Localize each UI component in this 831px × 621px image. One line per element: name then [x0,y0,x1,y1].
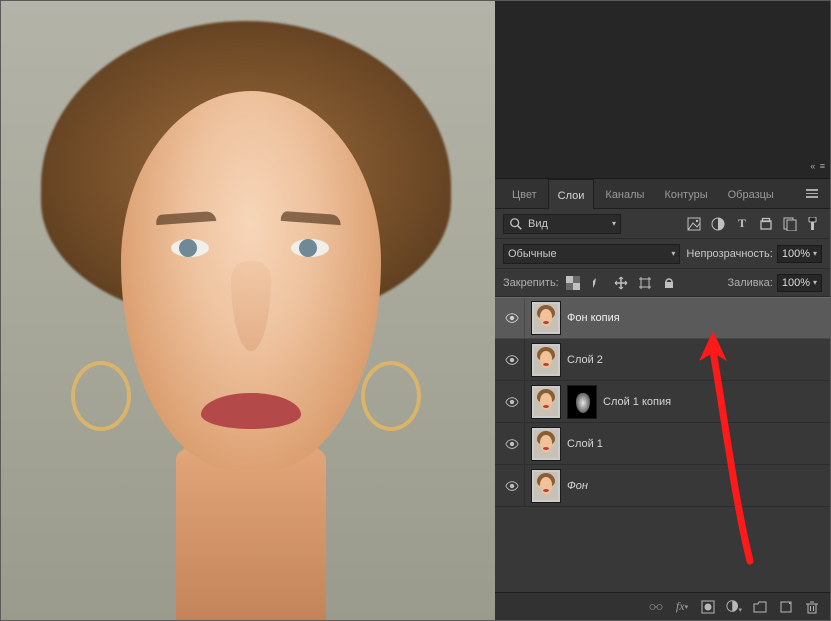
visibility-toggle[interactable] [499,298,525,338]
opacity-label: Непрозрачность: [686,248,772,260]
tab-color[interactable]: Цвет [503,179,546,209]
opacity-value: 100% [782,248,810,260]
layer-mask-thumbnail[interactable] [567,385,597,419]
search-icon [508,216,524,232]
panel-collapse-handle[interactable]: « ≡ [810,161,826,171]
layer-thumbnail[interactable] [531,427,561,461]
layer-row[interactable]: Слой 1 копия [495,381,830,423]
layers-bottom-bar: fx▾ ▾ [495,592,830,620]
eye-icon [504,436,520,452]
tab-swatches[interactable]: Образцы [719,179,783,209]
app-window: « ≡ Цвет Слои Каналы Контуры Образцы Вид [0,0,831,621]
filter-toggle-switch[interactable] [806,216,822,232]
layer-thumbnail[interactable] [531,385,561,419]
lock-label: Закрепить: [503,277,559,289]
layer-name[interactable]: Слой 1 [567,438,603,450]
panel-empty-area: « ≡ [495,1,830,178]
link-layers-icon[interactable] [648,599,664,615]
eye-icon [504,394,520,410]
visibility-toggle[interactable] [499,339,525,380]
layer-name[interactable]: Фон копия [567,312,620,324]
chevron-down-icon: ▾ [813,249,817,258]
fill-input[interactable]: 100% ▾ [777,274,822,292]
layer-row[interactable]: Фон копия [495,297,830,339]
blend-mode-value: Обычные [508,248,557,260]
lock-transparent-icon[interactable] [565,275,581,291]
layer-row[interactable]: Слой 2 [495,339,830,381]
delete-layer-icon[interactable] [804,599,820,615]
tab-layers[interactable]: Слои [548,179,595,209]
panel-tabs: Цвет Слои Каналы Контуры Образцы [495,179,830,209]
chevron-down-icon: ▾ [612,219,616,228]
lock-position-icon[interactable] [613,275,629,291]
fill-value: 100% [782,277,810,289]
opacity-input[interactable]: 100% ▾ [777,245,822,263]
visibility-toggle[interactable] [499,381,525,422]
eye-icon [504,310,520,326]
visibility-toggle[interactable] [499,465,525,506]
fill-label: Заливка: [727,277,772,289]
layer-row[interactable]: Фон [495,465,830,507]
panel-menu-icon[interactable] [802,185,822,202]
visibility-toggle[interactable] [499,423,525,464]
layer-name[interactable]: Слой 1 копия [603,396,671,408]
panels-column: « ≡ Цвет Слои Каналы Контуры Образцы Вид [495,1,830,620]
chevron-down-icon: ▾ [813,278,817,287]
layer-thumbnail[interactable] [531,301,561,335]
tab-channels[interactable]: Каналы [596,179,653,209]
layer-filter-select[interactable]: Вид ▾ [503,214,621,234]
layer-name[interactable]: Фон [567,480,588,492]
portrait-image [1,1,495,620]
layer-row[interactable]: Слой 1 [495,423,830,465]
filter-shape-icon[interactable] [758,216,774,232]
blend-opacity-row: Обычные ▾ Непрозрачность: 100% ▾ [495,239,830,269]
document-canvas[interactable] [1,1,495,620]
layer-name[interactable]: Слой 2 [567,354,603,366]
layers-list: Фон копия Слой 2 Слой 1 копия Слой 1 [495,297,830,592]
lock-fill-row: Закрепить: Заливка: 100% ▾ [495,269,830,297]
filter-pixel-icon[interactable] [686,216,702,232]
filter-adjust-icon[interactable] [710,216,726,232]
new-layer-icon[interactable] [778,599,794,615]
eye-icon [504,352,520,368]
new-group-icon[interactable] [752,599,768,615]
lock-artboard-icon[interactable] [637,275,653,291]
add-mask-icon[interactable] [700,599,716,615]
filter-smart-icon[interactable] [782,216,798,232]
layer-filter-label: Вид [528,218,548,230]
layer-fx-icon[interactable]: fx▾ [674,599,690,615]
layer-filter-row: Вид ▾ T [495,209,830,239]
layers-panel: Цвет Слои Каналы Контуры Образцы Вид ▾ [495,178,830,620]
eye-icon [504,478,520,494]
lock-all-icon[interactable] [661,275,677,291]
adjustment-layer-icon[interactable]: ▾ [726,598,742,614]
chevron-down-icon: ▾ [671,249,675,258]
tab-paths[interactable]: Контуры [655,179,716,209]
lock-image-icon[interactable] [589,275,605,291]
filter-type-icon[interactable]: T [734,216,750,232]
layer-thumbnail[interactable] [531,343,561,377]
layer-thumbnail[interactable] [531,469,561,503]
blend-mode-select[interactable]: Обычные ▾ [503,244,680,264]
